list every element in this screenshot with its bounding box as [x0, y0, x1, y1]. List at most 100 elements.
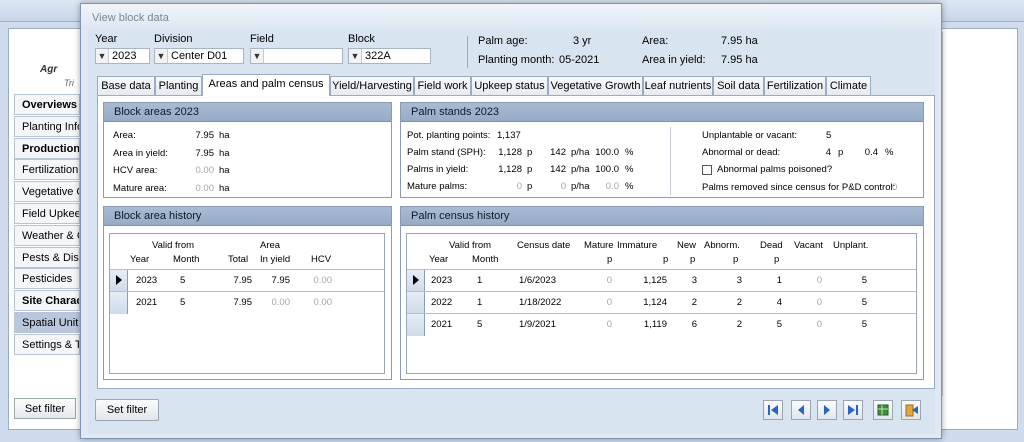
row-selector[interactable] — [110, 270, 128, 292]
col-census-date: Census date — [517, 240, 571, 251]
next-record-button[interactable] — [817, 400, 837, 420]
cell-unplant: 5 — [861, 319, 867, 330]
area-row-label: HCV area: — [113, 165, 158, 176]
tab-soil-data[interactable]: Soil data — [713, 76, 764, 95]
col-unplant: Unplant. — [833, 240, 869, 251]
tab-planting[interactable]: Planting — [155, 76, 202, 95]
background-nav-item[interactable]: Overviews — [14, 94, 80, 115]
export-button[interactable] — [873, 400, 893, 420]
unplantable-label: Unplantable or vacant: — [702, 130, 798, 141]
tab-upkeep-status[interactable]: Upkeep status — [471, 76, 548, 95]
cell-vacant: 0 — [816, 319, 822, 330]
cell-census-date: 1/9/2021 — [519, 319, 556, 330]
stands-divider — [670, 127, 671, 195]
tab-climate[interactable]: Climate — [826, 76, 871, 95]
chevron-down-icon[interactable]: ▼ — [96, 49, 109, 63]
background-nav-item[interactable]: Production & — [14, 137, 80, 159]
block-select-value: 322A — [365, 50, 391, 62]
stand-row-label: Palm stand (SPH): — [407, 147, 486, 158]
cell-new: 6 — [691, 319, 697, 330]
cell-abnorm: 2 — [736, 319, 742, 330]
area-row-label: Area in yield: — [113, 147, 168, 159]
abnormal-unit-pct: % — [885, 147, 894, 158]
cell-dead: 5 — [776, 319, 782, 330]
background-nav-item[interactable]: Field Upkee — [14, 203, 80, 224]
background-nav-item[interactable]: Weather & C — [14, 224, 80, 246]
tab-base-data[interactable]: Base data — [97, 76, 155, 95]
unplantable-value: 5 — [826, 130, 832, 141]
abnormal-count: 4 — [825, 147, 831, 158]
block-select[interactable]: ▼ 322A — [348, 48, 431, 64]
first-icon — [768, 405, 778, 415]
tab-yield-harvesting[interactable]: Yield/Harvesting — [330, 76, 414, 95]
removed-value: 0 — [892, 182, 898, 193]
chevron-down-icon[interactable]: ▼ — [349, 49, 362, 63]
unit-immature: p — [663, 254, 669, 265]
table-row[interactable]: 2023 1 1/6/2023 0 1,125 3 3 1 0 5 — [407, 269, 916, 292]
tab-fertilization[interactable]: Fertilization — [764, 76, 826, 95]
cell-new: 2 — [691, 297, 697, 308]
palm-stands-panel: Palm stands 2023 Pot. planting points: 1… — [400, 102, 924, 198]
col-valid-from: Valid from — [449, 240, 492, 251]
table-row[interactable]: 2022 1 1/18/2022 0 1,124 2 2 4 0 5 — [407, 291, 916, 314]
pot-planting-label: Pot. planting points: — [407, 130, 491, 141]
area-in-yield-value: 7.95 ha — [721, 54, 758, 66]
row-selector[interactable] — [407, 292, 425, 314]
abnormal-unit-p: p — [838, 147, 844, 158]
field-select[interactable]: ▼ — [250, 48, 343, 64]
tab-leaf-nutrients[interactable]: Leaf nutrients — [643, 76, 713, 95]
cell-in-yield: 7.95 — [271, 275, 291, 286]
header-divider — [467, 36, 468, 68]
year-select-value: 2023 — [112, 50, 137, 62]
tab-vegetative-growth[interactable]: Vegetative Growth — [548, 76, 643, 95]
table-row[interactable]: 2023 5 7.95 7.95 0.00 — [110, 269, 384, 292]
chevron-down-icon[interactable]: ▼ — [155, 49, 168, 63]
col-in-yield: In yield — [260, 254, 291, 265]
stand-row-p: 0 — [516, 181, 522, 192]
col-month: Month — [173, 254, 200, 265]
background-nav-item[interactable]: Spatial Unit — [14, 312, 80, 333]
exit-button[interactable] — [901, 400, 921, 420]
division-select[interactable]: ▼ Center D01 — [154, 48, 244, 64]
next-icon — [824, 405, 830, 415]
previous-record-button[interactable] — [791, 400, 811, 420]
background-nav-item[interactable]: Fertilization & — [14, 159, 80, 181]
planting-month-value: 05-2021 — [559, 54, 600, 66]
col-total: Total — [228, 254, 249, 265]
col-year: Year — [130, 254, 150, 265]
year-select[interactable]: ▼ 2023 — [95, 48, 150, 64]
tab-areas-and-palm-census[interactable]: Areas and palm census — [202, 74, 330, 96]
background-nav-item[interactable]: Vegetative G — [14, 181, 80, 203]
year-label: Year — [95, 33, 118, 45]
first-record-button[interactable] — [763, 400, 783, 420]
cell-census-date: 1/18/2022 — [519, 297, 562, 308]
table-row[interactable]: 2021 5 7.95 0.00 0.00 — [110, 291, 384, 314]
app-logo-sub: Tri — [64, 78, 74, 88]
background-nav-item[interactable]: Planting Info — [14, 115, 80, 137]
dialog-title[interactable]: View block data — [81, 4, 941, 30]
background-nav-item[interactable]: Settings & T — [14, 333, 80, 355]
background-nav-item[interactable]: Pesticides — [14, 268, 80, 290]
stand-row-pct: 100.0 — [595, 164, 619, 175]
stand-row-pct: 100.0 — [595, 147, 619, 158]
table-row[interactable]: 2021 5 1/9/2021 0 1,119 6 2 5 0 5 — [407, 313, 916, 336]
chevron-down-icon[interactable]: ▼ — [251, 49, 264, 63]
field-label: Field — [250, 33, 274, 45]
row-selector[interactable] — [407, 314, 425, 336]
stand-row-unit-pct: % — [625, 164, 634, 175]
tab-field-work[interactable]: Field work — [414, 76, 471, 95]
row-selector[interactable] — [110, 292, 128, 314]
set-filter-button[interactable]: Set filter — [95, 399, 159, 421]
poisoned-checkbox[interactable] — [702, 165, 712, 175]
background-nav-item[interactable]: Site Charact — [14, 290, 80, 312]
stand-row-label: Mature palms: — [407, 181, 468, 192]
palm-census-history-grid: Valid from Census date Mature Immature N… — [406, 233, 917, 374]
last-record-button[interactable] — [843, 400, 863, 420]
tab-content: Block areas 2023 Area: 7.95 ha Area in yiel… — [97, 95, 935, 389]
row-selector[interactable] — [407, 270, 425, 292]
col-vacant: Vacant — [794, 240, 823, 251]
division-select-value: Center D01 — [171, 50, 228, 62]
cell-total: 7.95 — [233, 297, 253, 308]
background-nav-item[interactable]: Pests & Dise — [14, 246, 80, 268]
background-set-filter-button[interactable]: Set filter — [14, 398, 76, 419]
